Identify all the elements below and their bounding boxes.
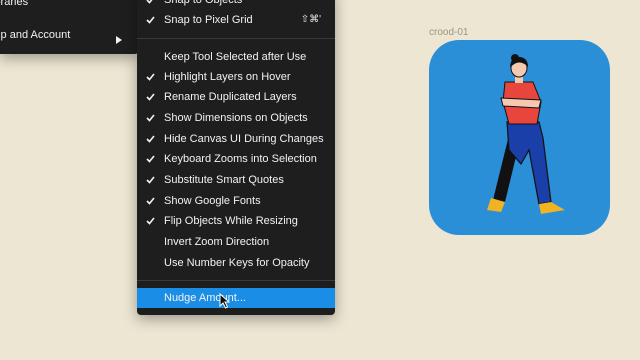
menu-item-label: Hide Canvas UI During Changes (164, 133, 324, 145)
menu-item-label: Show Dimensions on Objects (164, 112, 308, 124)
menu-item-label: Invert Zoom Direction (164, 236, 270, 248)
menu-item-rename-duplicated[interactable]: Rename Duplicated Layers (137, 87, 335, 107)
checkmark-icon (146, 211, 158, 231)
menu-item-label: Keyboard Zooms into Selection (164, 153, 317, 165)
menu-item-label: Highlight Layers on Hover (164, 71, 291, 83)
menu-item-help-and-account[interactable]: elp and Account (0, 25, 138, 45)
checkmark-icon (146, 149, 158, 169)
mouse-cursor-icon (219, 292, 231, 314)
menu-separator (137, 38, 335, 39)
menu-item-label: Snap to Objects (164, 0, 243, 6)
menu-item-snap-to-pixel-grid[interactable]: Snap to Pixel Grid ⇧⌘' (137, 10, 335, 30)
checkmark-icon (146, 170, 158, 190)
checkmark-icon (146, 108, 158, 128)
menu-item-hide-canvas-ui[interactable]: Hide Canvas UI During Changes (137, 129, 335, 149)
menu-item-highlight-layers[interactable]: Highlight Layers on Hover (137, 67, 335, 87)
menu-item-nudge-amount[interactable]: Nudge Amount... (137, 288, 335, 308)
menu-separator (137, 280, 335, 281)
canvas-frame[interactable] (429, 40, 610, 235)
menu-item-label: Flip Objects While Resizing (164, 215, 298, 227)
checkmark-icon (146, 67, 158, 87)
menu-item-label: Substitute Smart Quotes (164, 174, 284, 186)
menu-item-keep-tool-selected[interactable]: Keep Tool Selected after Use (137, 47, 335, 67)
preferences-submenu: Snap to Objects Snap to Pixel Grid ⇧⌘' K… (137, 0, 335, 315)
menu-item-label: elp and Account (0, 29, 71, 41)
menu-item-label: Nudge Amount... (164, 292, 246, 304)
shortcut-label: ⇧⌘' (300, 14, 321, 25)
menu-item-label: Show Google Fonts (164, 195, 261, 207)
checkmark-icon (146, 191, 158, 211)
main-menu: ibraries elp and Account (0, 0, 138, 54)
menu-item-show-dimensions[interactable]: Show Dimensions on Objects (137, 108, 335, 128)
menu-item-label: Rename Duplicated Layers (164, 91, 297, 103)
menu-item-smart-quotes[interactable]: Substitute Smart Quotes (137, 170, 335, 190)
submenu-arrow-icon (116, 31, 122, 51)
menu-item-invert-zoom[interactable]: Invert Zoom Direction (137, 232, 335, 252)
menu-item-flip-objects[interactable]: Flip Objects While Resizing (137, 211, 335, 231)
menu-item-keyboard-zooms[interactable]: Keyboard Zooms into Selection (137, 149, 335, 169)
menu-item-label: Keep Tool Selected after Use (164, 51, 307, 63)
checkmark-icon (146, 87, 158, 107)
menu-item-libraries[interactable]: ibraries (0, 0, 138, 12)
menu-item-label: ibraries (0, 0, 29, 8)
person-illustration (487, 54, 565, 214)
checkmark-icon (146, 0, 158, 10)
menu-item-google-fonts[interactable]: Show Google Fonts (137, 191, 335, 211)
checkmark-icon (146, 10, 158, 30)
checkmark-icon (146, 129, 158, 149)
menu-item-label: Snap to Pixel Grid (164, 14, 253, 26)
menu-item-number-keys-opacity[interactable]: Use Number Keys for Opacity (137, 253, 335, 273)
menu-item-snap-to-objects[interactable]: Snap to Objects (137, 0, 335, 10)
frame-name-label[interactable]: crood-01 (429, 27, 468, 38)
menu-item-label: Use Number Keys for Opacity (164, 257, 310, 269)
